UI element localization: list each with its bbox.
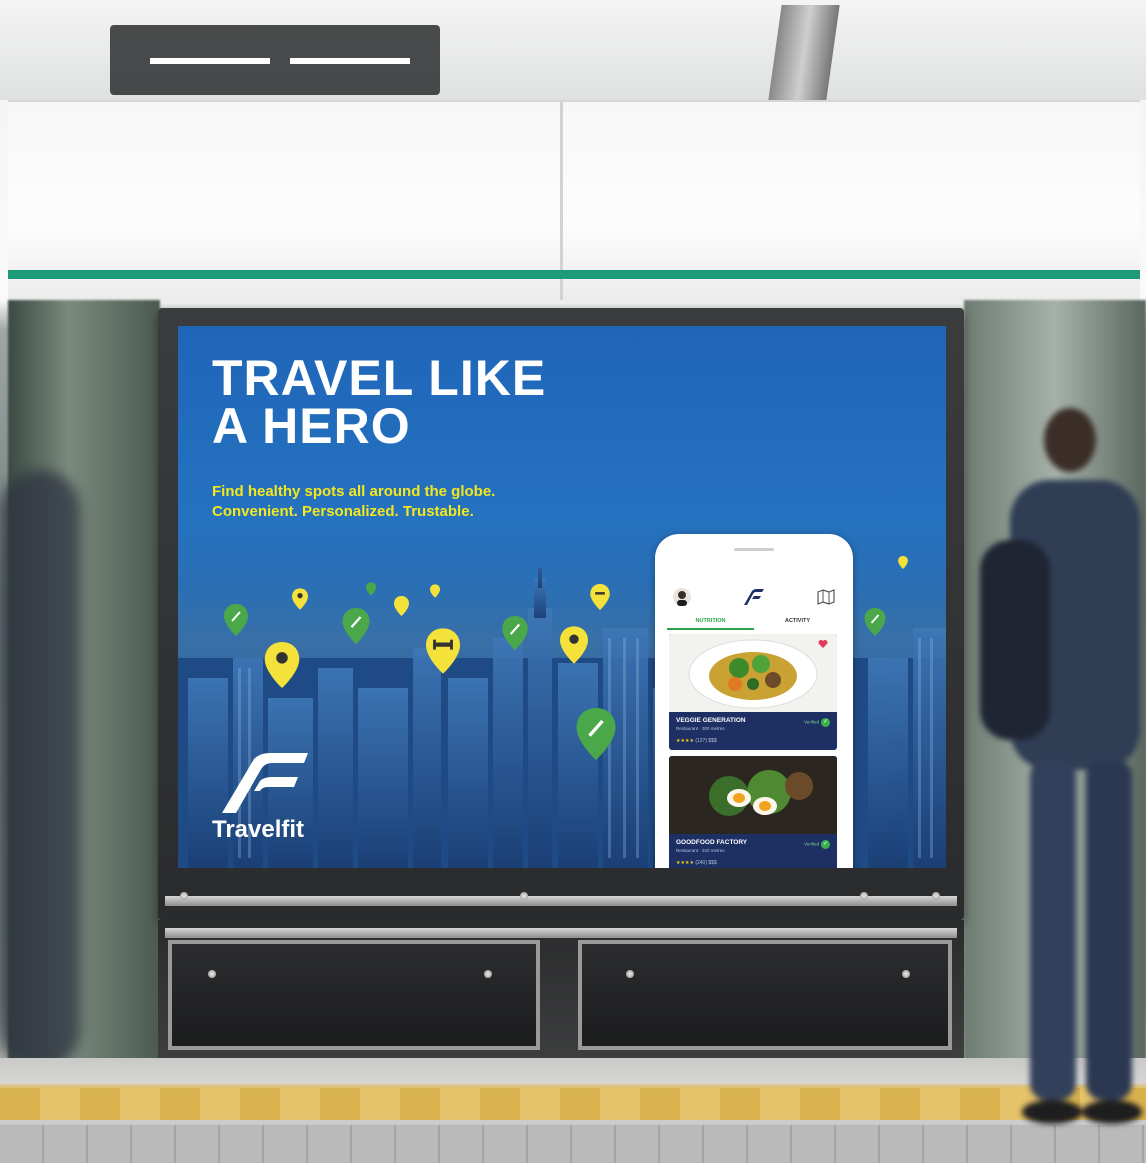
bolt [902, 970, 910, 978]
bolt [626, 970, 634, 978]
blurred-passenger-left [0, 470, 80, 1070]
yellow-activity-pin-icon [264, 642, 300, 688]
billboard-rail-bar [165, 928, 957, 938]
rating-stars: ★★★★ [676, 860, 694, 866]
green-nutrition-pin-icon [224, 604, 248, 636]
subway-platform-scene: TRAVEL LIKE A HERO Find healthy spots al… [0, 0, 1146, 1163]
food-photo-egg-salad [669, 756, 837, 834]
yellow-activity-pin-icon [394, 596, 409, 616]
green-nutrition-pin-icon [864, 608, 886, 636]
restaurant-subtitle: Restaurant · 320 metres [676, 848, 725, 853]
phone-mockup: NUTRITION ACTIVITY VEGGIE GENERATION Res… [655, 534, 853, 868]
rating-stars: ★★★★ [676, 738, 694, 744]
tab-activity[interactable]: ACTIVITY [754, 616, 841, 628]
poster-tagline: Find healthy spots all around the globe.… [212, 482, 495, 522]
green-nutrition-pin-icon [366, 582, 376, 596]
restaurant-subtitle: Restaurant · 300 metres [676, 726, 725, 731]
bolt [860, 892, 868, 900]
yellow-activity-pin-icon [898, 556, 908, 569]
bolt [932, 892, 940, 900]
restaurant-card[interactable]: GOODFOOD FACTORY Restaurant · 320 metres… [669, 756, 837, 868]
rating-details: (240) $$$ [695, 860, 717, 866]
base-panel-right [578, 940, 952, 1050]
yellow-activity-pin-icon [560, 626, 588, 664]
travelfit-logo-icon [222, 753, 308, 813]
app-header [667, 586, 841, 610]
tagline-line-1: Find healthy spots all around the globe. [212, 483, 496, 500]
billboard-rail-bar [165, 896, 957, 906]
app-logo-icon [744, 589, 764, 605]
verified-check-icon: ✓ [821, 718, 830, 727]
green-nutrition-pin-icon [576, 708, 616, 760]
green-nutrition-pin-icon [502, 616, 528, 650]
headline-line-2: A HERO [212, 398, 411, 454]
map-icon[interactable] [817, 589, 835, 605]
profile-avatar-icon[interactable] [673, 588, 691, 606]
restaurant-rating: ★★★★ (240) $$$ [676, 860, 717, 866]
app-tab-bar: NUTRITION ACTIVITY [667, 616, 841, 630]
green-nutrition-pin-icon [342, 608, 370, 644]
ceiling-light [290, 58, 410, 64]
ceiling-light [150, 58, 270, 64]
bolt [484, 970, 492, 978]
yellow-dumbbell-pin-icon [426, 628, 460, 674]
blurred-commuter-right [980, 408, 1142, 1124]
verified-badge: Verified ✓ [804, 718, 830, 727]
restaurant-card[interactable]: VEGGIE GENERATION Restaurant · 300 metre… [669, 634, 837, 750]
restaurant-rating: ★★★★ (127) $$$ [676, 738, 717, 744]
bolt [208, 970, 216, 978]
bolt [180, 892, 188, 900]
phone-speaker [734, 548, 774, 551]
rating-details: (127) $$$ [695, 738, 717, 744]
poster-headline: TRAVEL LIKE A HERO [212, 353, 546, 451]
yellow-dumbbell-pin-icon [590, 584, 610, 610]
train-green-stripe [8, 270, 1140, 279]
verified-label: Verified [803, 841, 819, 847]
verified-label: Verified [803, 719, 819, 725]
yellow-activity-pin-icon [292, 588, 308, 610]
yellow-activity-pin-icon [430, 584, 440, 598]
restaurant-name: VEGGIE GENERATION [676, 717, 746, 724]
base-panel-left [168, 940, 540, 1050]
verified-badge: Verified ✓ [804, 840, 830, 849]
tab-nutrition[interactable]: NUTRITION [667, 616, 754, 630]
tagline-line-2: Convenient. Personalized. Trustable. [212, 503, 474, 520]
travelfit-poster: TRAVEL LIKE A HERO Find healthy spots al… [178, 326, 946, 868]
brand-name: Travelfit [212, 816, 305, 843]
bolt [520, 892, 528, 900]
verified-check-icon: ✓ [821, 840, 830, 849]
food-photo-veggie-bowl [669, 634, 837, 712]
restaurant-name: GOODFOOD FACTORY [676, 839, 748, 846]
